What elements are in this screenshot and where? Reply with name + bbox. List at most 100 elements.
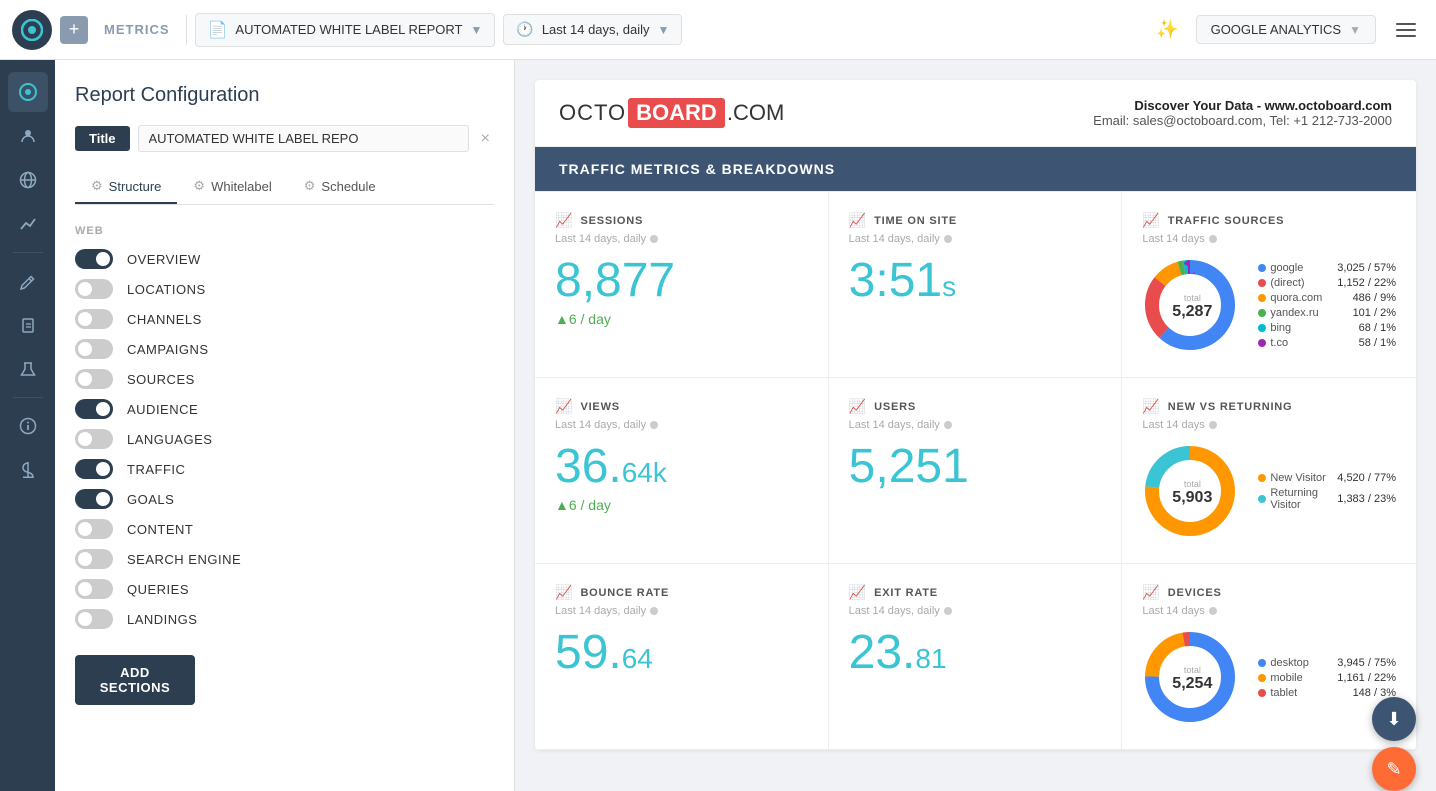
donut-total-label: total: [1172, 293, 1212, 303]
toggle-slider-11: [75, 579, 113, 599]
legend-dot: [1258, 495, 1266, 503]
legend-item: mobile 1,161 / 22%: [1258, 672, 1396, 684]
metric-header: 📈 VIEWS: [555, 398, 808, 415]
sidebar-item-dashboard[interactable]: [8, 72, 48, 112]
toggle-11[interactable]: [75, 579, 113, 599]
legend-name: New Visitor: [1270, 472, 1337, 484]
hamburger-menu[interactable]: [1388, 12, 1424, 48]
sidebar-item-globe[interactable]: [8, 160, 48, 200]
trend-icon: 📈: [849, 584, 866, 601]
toggle-slider-8: [75, 489, 113, 509]
toggle-7[interactable]: [75, 459, 113, 479]
toggle-label-5: AUDIENCE: [127, 402, 198, 417]
toggle-5[interactable]: [75, 399, 113, 419]
sidebar-item-pencil[interactable]: [8, 261, 48, 301]
legend-value: 1,161 / 22%: [1337, 672, 1396, 684]
toggle-8[interactable]: [75, 489, 113, 509]
title-clear-button[interactable]: ×: [477, 130, 494, 148]
toggle-1[interactable]: [75, 279, 113, 299]
toggle-label-1: LOCATIONS: [127, 282, 206, 297]
toggle-slider-1: [75, 279, 113, 299]
tab-structure-label: Structure: [109, 179, 162, 194]
donut-legend: desktop 3,945 / 75% mobile 1,161 / 22% t…: [1258, 657, 1396, 702]
trend-icon: 📈: [1142, 398, 1159, 415]
trend-icon: 📈: [555, 398, 572, 415]
toggle-2[interactable]: [75, 309, 113, 329]
donut-card: total 5,903 New Visitor 4,520 / 77% Retu…: [1142, 443, 1396, 543]
metric-name: USERS: [874, 401, 916, 413]
legend-dot: [1258, 659, 1266, 667]
metric-header: 📈 DEVICES: [1142, 584, 1396, 601]
logo-com: .COM: [727, 100, 784, 126]
metric-card-sessions: 📈 SESSIONS Last 14 days, daily 8,877 ▲6 …: [535, 192, 829, 378]
sidebar-item-users[interactable]: [8, 116, 48, 156]
legend-name: google: [1270, 262, 1337, 274]
metric-card-views: 📈 VIEWS Last 14 days, daily 36. 64k ▲6 /…: [535, 378, 829, 564]
donut-total-value: 5,903: [1172, 489, 1212, 507]
toggle-0[interactable]: [75, 249, 113, 269]
metric-grid: 📈 SESSIONS Last 14 days, daily 8,877 ▲6 …: [535, 191, 1416, 750]
sidebar-item-dollar[interactable]: [8, 450, 48, 490]
period-dot: [1209, 235, 1217, 243]
sidebar-item-analytics[interactable]: [8, 204, 48, 244]
tab-whitelabel[interactable]: ⚙ Whitelabel: [177, 170, 287, 204]
toggle-3[interactable]: [75, 339, 113, 359]
toggle-10[interactable]: [75, 549, 113, 569]
toggle-12[interactable]: [75, 609, 113, 629]
sidebar-item-flask[interactable]: [8, 349, 48, 389]
ga-selector[interactable]: GOOGLE ANALYTICS ▼: [1196, 15, 1376, 44]
legend-item: tablet 148 / 3%: [1258, 687, 1396, 699]
legend-value: 3,025 / 57%: [1337, 262, 1396, 274]
trend-up-icon: ▲6 / day: [555, 497, 611, 513]
toggle-slider-9: [75, 519, 113, 539]
metric-period: Last 14 days: [1142, 605, 1396, 617]
legend-dot: [1258, 689, 1266, 697]
fab-edit-button[interactable]: ✎: [1372, 747, 1416, 791]
tab-structure[interactable]: ⚙ Structure: [75, 170, 177, 204]
toggle-4[interactable]: [75, 369, 113, 389]
legend-name: yandex.ru: [1270, 307, 1352, 319]
legend-value: 101 / 2%: [1353, 307, 1396, 319]
toggle-label-11: QUERIES: [127, 582, 189, 597]
schedule-icon: ⚙: [304, 178, 316, 194]
metric-subvalue: ▲6 / day: [555, 497, 808, 513]
legend-item: quora.com 486 / 9%: [1258, 292, 1396, 304]
toggle-9[interactable]: [75, 519, 113, 539]
donut-total-label: total: [1172, 665, 1212, 675]
toggle-row-channels: CHANNELS: [75, 309, 494, 329]
donut-card: total 5,254 desktop 3,945 / 75% mobile 1…: [1142, 629, 1396, 729]
report-selector[interactable]: 📄 AUTOMATED WHITE LABEL REPORT ▼: [195, 13, 496, 47]
content-area: OCTO BOARD .COM Discover Your Data - www…: [515, 60, 1436, 791]
metric-header: 📈 NEW VS RETURNING: [1142, 398, 1396, 415]
logo-octo: OCTO: [559, 100, 626, 126]
toggle-slider-2: [75, 309, 113, 329]
period-dot: [1209, 607, 1217, 615]
nav-separator: [186, 15, 187, 45]
donut-label: total 5,903: [1172, 479, 1212, 507]
toggle-6[interactable]: [75, 429, 113, 449]
toggle-row-content: CONTENT: [75, 519, 494, 539]
metric-value-secondary: 81: [915, 643, 946, 675]
sidebar-item-clipboard[interactable]: [8, 305, 48, 345]
legend-name: t.co: [1270, 337, 1358, 349]
toggle-label-0: OVERVIEW: [127, 252, 201, 267]
topnav-right: ✨ GOOGLE ANALYTICS ▼: [1152, 12, 1424, 48]
legend-item: yandex.ru 101 / 2%: [1258, 307, 1396, 319]
period-dot: [650, 607, 658, 615]
toggle-row-audience: AUDIENCE: [75, 399, 494, 419]
trend-icon: 📈: [1142, 584, 1159, 601]
sidebar-item-info[interactable]: [8, 406, 48, 446]
fab-download-button[interactable]: ⬇: [1372, 697, 1416, 741]
tab-schedule-label: Schedule: [321, 179, 375, 194]
metric-subvalue: ▲6 / day: [555, 311, 808, 327]
date-range-selector[interactable]: 🕐 Last 14 days, daily ▼: [503, 14, 682, 45]
donut-legend: google 3,025 / 57% (direct) 1,152 / 22% …: [1258, 262, 1396, 352]
metric-name: TRAFFIC SOURCES: [1168, 215, 1285, 227]
add-button[interactable]: +: [60, 16, 88, 44]
toggle-row-goals: GOALS: [75, 489, 494, 509]
add-sections-button[interactable]: ADD SECTIONS: [75, 655, 195, 705]
toggle-label-2: CHANNELS: [127, 312, 202, 327]
legend-dot: [1258, 474, 1266, 482]
tab-schedule[interactable]: ⚙ Schedule: [288, 170, 392, 204]
title-input[interactable]: [138, 125, 469, 152]
